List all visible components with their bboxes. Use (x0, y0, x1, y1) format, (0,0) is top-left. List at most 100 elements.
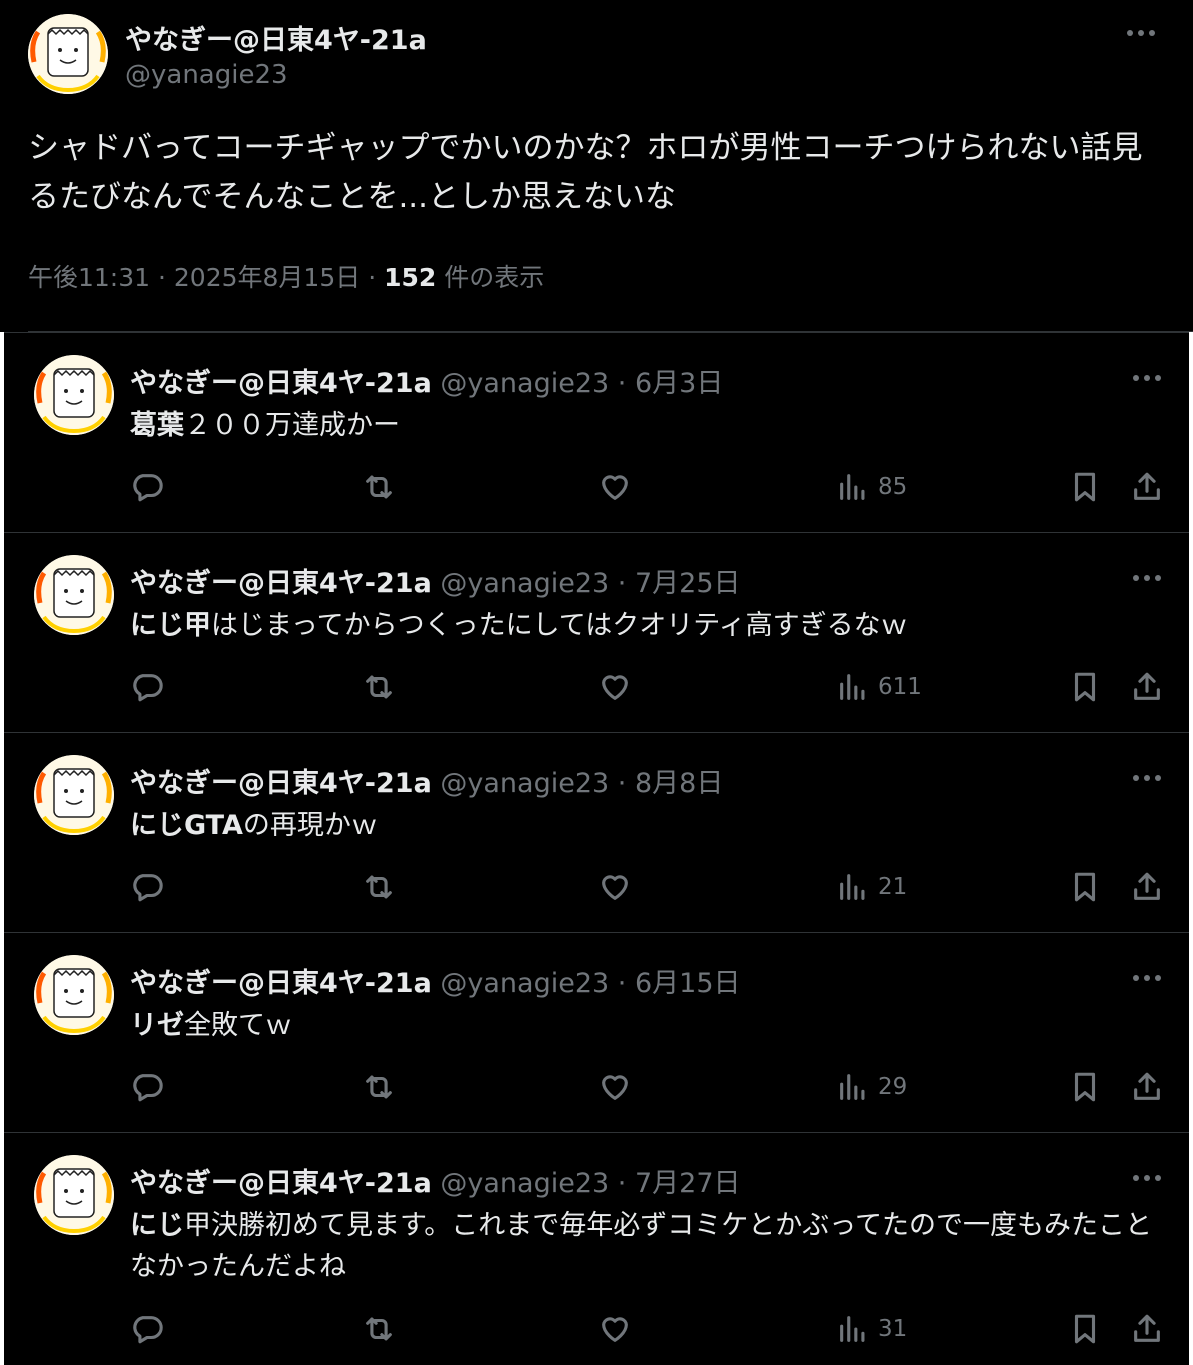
bookmark-button[interactable] (1068, 1311, 1102, 1347)
like-button[interactable] (598, 1069, 632, 1105)
reply-date[interactable]: 7月25日 (635, 568, 741, 599)
retweet-icon (366, 475, 392, 499)
views-icon (840, 874, 865, 900)
author-name[interactable]: やなぎー@日東4ヤ-21a (125, 18, 427, 57)
avatar[interactable] (34, 355, 114, 435)
author-name[interactable]: やなぎー@日東4ヤ-21a (130, 768, 432, 799)
reply-icon (133, 474, 163, 502)
bookmark-button[interactable] (1068, 469, 1102, 505)
header-separator: · (617, 568, 627, 599)
like-button[interactable] (598, 669, 632, 705)
more-icon[interactable] (1131, 773, 1163, 783)
reply-date[interactable]: 6月15日 (635, 968, 741, 999)
more-icon[interactable] (1131, 973, 1163, 983)
avatar[interactable] (34, 555, 114, 635)
share-icon (1134, 872, 1160, 900)
share-icon (1134, 1072, 1160, 1100)
share-button[interactable] (1130, 1069, 1164, 1105)
reply-header: やなぎー@日東4ヤ-21a @yanagie23 · 7月25日 (130, 561, 741, 600)
reply-text: にじ甲はじまってからつくったにしてはクオリティ高すぎるなｗ (130, 605, 1160, 646)
author-handle[interactable]: @yanagie23 (440, 968, 609, 999)
views-button[interactable]: 29 (836, 1069, 907, 1105)
meta-separator: · (158, 263, 166, 292)
reply-icon (133, 1316, 163, 1344)
author-name[interactable]: やなぎー@日東4ヤ-21a (130, 368, 432, 399)
views-icon (840, 1316, 865, 1342)
views-button[interactable]: 85 (836, 469, 907, 505)
reply-text-bold: 葛葉 (130, 410, 184, 441)
reply-text-bold: にじ甲 (130, 610, 211, 641)
tweet-meta: 午後11:31 · 2025年8月15日 · 152 件の表示 (28, 258, 544, 294)
more-icon[interactable] (1131, 1173, 1163, 1183)
avatar[interactable] (34, 755, 114, 835)
more-icon[interactable] (1125, 28, 1157, 38)
retweet-button[interactable] (362, 469, 396, 505)
bookmark-button[interactable] (1068, 869, 1102, 905)
share-button[interactable] (1130, 469, 1164, 505)
tweet-date[interactable]: 2025年8月15日 (174, 263, 360, 292)
reply-tweet[interactable]: やなぎー@日東4ヤ-21a @yanagie23 · 8月8日 にじGTAの再現… (4, 733, 1189, 933)
retweet-button[interactable] (362, 1311, 396, 1347)
views-count: 31 (878, 1316, 908, 1342)
main-tweet: やなぎー@日東4ヤ-21a @yanagie23 シャドバってコーチギャップでか… (0, 0, 1193, 332)
reply-tweet[interactable]: やなぎー@日東4ヤ-21a @yanagie23 · 6月15日 リゼ全敗てｗ … (4, 933, 1189, 1133)
author-handle[interactable]: @yanagie23 (440, 1168, 609, 1199)
author-handle[interactable]: @yanagie23 (440, 768, 609, 799)
retweet-button[interactable] (362, 869, 396, 905)
reply-header: やなぎー@日東4ヤ-21a @yanagie23 · 6月15日 (130, 961, 741, 1000)
share-button[interactable] (1130, 869, 1164, 905)
like-icon (602, 1317, 628, 1342)
views-button[interactable]: 611 (836, 669, 922, 705)
avatar[interactable] (34, 955, 114, 1035)
author-name[interactable]: やなぎー@日東4ヤ-21a (130, 968, 432, 999)
retweet-icon (366, 675, 392, 699)
avatar[interactable] (34, 1155, 114, 1235)
reply-text-bold: にじ (130, 1210, 184, 1241)
reply-date[interactable]: 7月27日 (635, 1168, 741, 1199)
more-icon[interactable] (1131, 573, 1163, 583)
reply-button[interactable] (130, 469, 164, 505)
reply-date[interactable]: 6月3日 (635, 368, 723, 399)
reply-tweet[interactable]: やなぎー@日東4ヤ-21a @yanagie23 · 7月25日 にじ甲はじまっ… (4, 533, 1189, 733)
author-handle[interactable]: @yanagie23 (440, 568, 609, 599)
action-bar: 611 (130, 669, 1167, 705)
more-icon[interactable] (1131, 373, 1163, 383)
reply-icon (133, 674, 163, 702)
like-button[interactable] (598, 469, 632, 505)
views-button[interactable]: 21 (836, 869, 907, 905)
bookmark-icon (1074, 1314, 1096, 1344)
views-button[interactable]: 31 (836, 1311, 907, 1347)
like-icon (602, 475, 628, 500)
avatar[interactable] (28, 14, 108, 94)
like-button[interactable] (598, 869, 632, 905)
reply-text: 葛葉２００万達成かー (130, 405, 1160, 446)
share-button[interactable] (1130, 669, 1164, 705)
retweet-icon (366, 875, 392, 899)
bookmark-button[interactable] (1068, 1069, 1102, 1105)
reply-button[interactable] (130, 669, 164, 705)
retweet-button[interactable] (362, 1069, 396, 1105)
reply-tweet[interactable]: やなぎー@日東4ヤ-21a @yanagie23 · 6月3日 葛葉２００万達成… (4, 333, 1189, 533)
author-name[interactable]: やなぎー@日東4ヤ-21a (130, 568, 432, 599)
meta-separator: · (368, 263, 377, 292)
author-handle[interactable]: @yanagie23 (125, 60, 288, 90)
reply-text-body: 全敗てｗ (184, 1010, 292, 1041)
reply-button[interactable] (130, 869, 164, 905)
reply-tweet[interactable]: やなぎー@日東4ヤ-21a @yanagie23 · 7月27日 にじ甲決勝初め… (4, 1133, 1189, 1363)
reply-button[interactable] (130, 1069, 164, 1105)
reply-button[interactable] (130, 1311, 164, 1347)
reply-date[interactable]: 8月8日 (635, 768, 723, 799)
views-count: 611 (878, 674, 922, 700)
retweet-icon (366, 1075, 392, 1099)
like-button[interactable] (598, 1311, 632, 1347)
tweet-time[interactable]: 午後11:31 (28, 263, 150, 292)
share-button[interactable] (1130, 1311, 1164, 1347)
bookmark-icon (1074, 672, 1096, 702)
action-bar: 31 (130, 1311, 1167, 1347)
author-name[interactable]: やなぎー@日東4ヤ-21a (130, 1168, 432, 1199)
reply-text-bold: にじGTA (130, 810, 243, 841)
retweet-button[interactable] (362, 669, 396, 705)
bookmark-button[interactable] (1068, 669, 1102, 705)
author-handle[interactable]: @yanagie23 (440, 368, 609, 399)
like-icon (602, 675, 628, 700)
